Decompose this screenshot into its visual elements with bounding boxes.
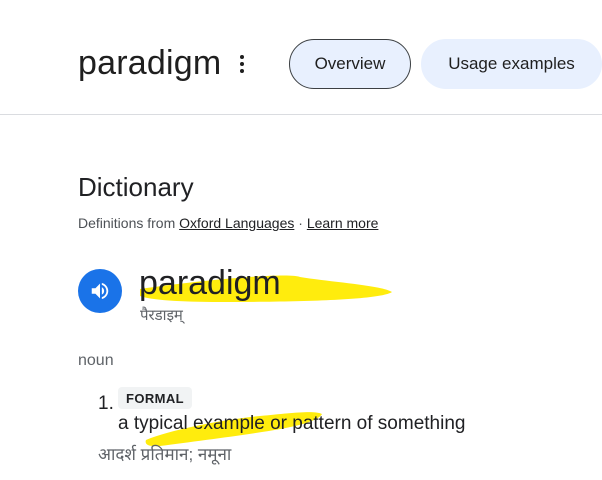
learn-more-link[interactable]: Learn more xyxy=(307,215,379,231)
more-vert-icon[interactable] xyxy=(232,52,252,76)
search-header: paradigm Overview Usage examples xyxy=(0,0,602,115)
headword: paradigm xyxy=(139,264,281,302)
tab-usage-examples[interactable]: Usage examples xyxy=(421,39,602,89)
query-title: paradigm xyxy=(78,44,222,82)
source-separator: · xyxy=(294,215,307,231)
tab-usage-examples-label: Usage examples xyxy=(448,54,575,73)
tab-overview-label: Overview xyxy=(314,54,386,73)
dictionary-heading: Dictionary xyxy=(78,172,194,202)
part-of-speech: noun xyxy=(78,352,114,369)
sense-number: 1. xyxy=(98,393,114,414)
phonetic-spelling: पैरडाइम् xyxy=(140,307,183,324)
definition-text: a typical example or pattern of somethin… xyxy=(118,413,466,434)
register-label: FORMAL xyxy=(118,387,192,409)
pronunciation-audio-button[interactable] xyxy=(78,269,122,313)
source-line: Definitions from Oxford Languages · Lear… xyxy=(78,215,378,231)
translation-text: आदर्श प्रतिमान; नमूना xyxy=(98,445,232,464)
speaker-icon xyxy=(91,282,109,300)
oxford-languages-link[interactable]: Oxford Languages xyxy=(179,215,294,231)
tab-overview[interactable]: Overview xyxy=(289,39,411,89)
source-prefix: Definitions from xyxy=(78,215,180,231)
